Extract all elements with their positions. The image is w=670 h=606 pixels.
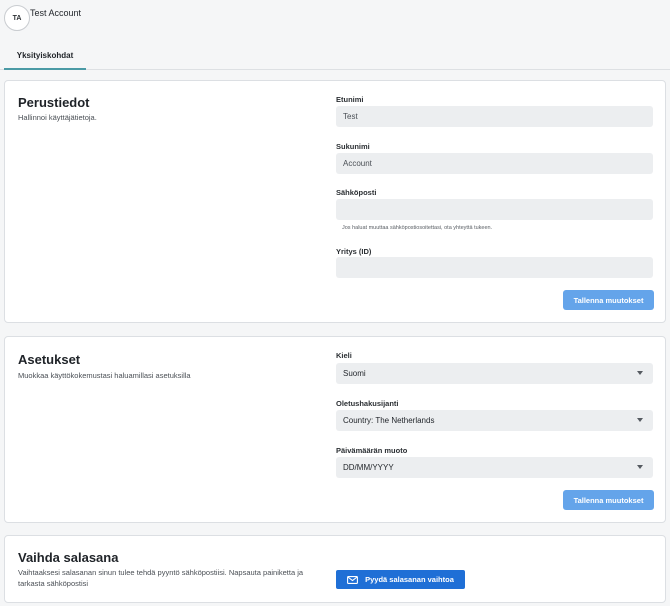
search-location-label: Oletushakusijanti — [336, 399, 399, 408]
basic-info-card: Perustiedot Hallinnoi käyttäjätietoja. E… — [4, 80, 666, 323]
section-title: Perustiedot — [18, 95, 90, 110]
settings-card: Asetukset Muokkaa käyttökokemustasi halu… — [4, 336, 666, 523]
section-subtitle: Hallinnoi käyttäjätietoja. — [18, 113, 97, 122]
last-name-field[interactable]: Account — [336, 153, 653, 174]
date-format-value: DD/MM/YYYY — [343, 463, 394, 472]
section-subtitle: Vaihtaaksesi salasanan sinun tulee tehdä… — [18, 568, 304, 588]
section-subtitle: Muokkaa käyttökokemustasi haluamillasi a… — [18, 371, 191, 380]
email-field[interactable] — [336, 199, 653, 220]
first-name-field[interactable]: Test — [336, 106, 653, 127]
avatar[interactable]: TA — [4, 5, 30, 31]
email-hint: Jos haluat muuttaa sähköpostiosoitettasi… — [342, 225, 493, 231]
email-label: Sähköposti — [336, 188, 377, 197]
section-title: Asetukset — [18, 352, 81, 367]
request-password-change-button[interactable]: Pyydä salasanan vaihtoa — [336, 570, 465, 589]
last-name-label: Sukunimi — [336, 142, 370, 151]
search-location-value: Country: The Netherlands — [343, 416, 435, 425]
language-value: Suomi — [343, 369, 366, 378]
search-location-select[interactable]: Country: The Netherlands — [336, 410, 653, 431]
date-format-label: Päivämäärän muoto — [336, 446, 408, 455]
chevron-down-icon — [637, 418, 643, 422]
password-card: Vaihda salasana Vaihtaaksesi salasanan s… — [4, 535, 666, 603]
page-header: TA Test Account Yksityiskohdat — [0, 0, 670, 70]
language-select[interactable]: Suomi — [336, 363, 653, 384]
account-name: Test Account — [30, 8, 82, 18]
section-title: Vaihda salasana — [18, 550, 119, 565]
date-format-select[interactable]: DD/MM/YYYY — [336, 457, 653, 478]
save-basic-info-button[interactable]: Tallenna muutokset — [563, 290, 654, 310]
company-field[interactable] — [336, 257, 653, 278]
chevron-down-icon — [637, 465, 643, 469]
chevron-down-icon — [637, 371, 643, 375]
tab-details[interactable]: Yksityiskohdat — [4, 50, 86, 70]
first-name-label: Etunimi — [336, 95, 364, 104]
save-settings-button[interactable]: Tallenna muutokset — [563, 490, 654, 510]
mail-icon — [347, 575, 359, 584]
request-password-change-label: Pyydä salasanan vaihtoa — [365, 575, 454, 584]
language-label: Kieli — [336, 351, 352, 360]
company-label: Yritys (ID) — [336, 247, 372, 256]
